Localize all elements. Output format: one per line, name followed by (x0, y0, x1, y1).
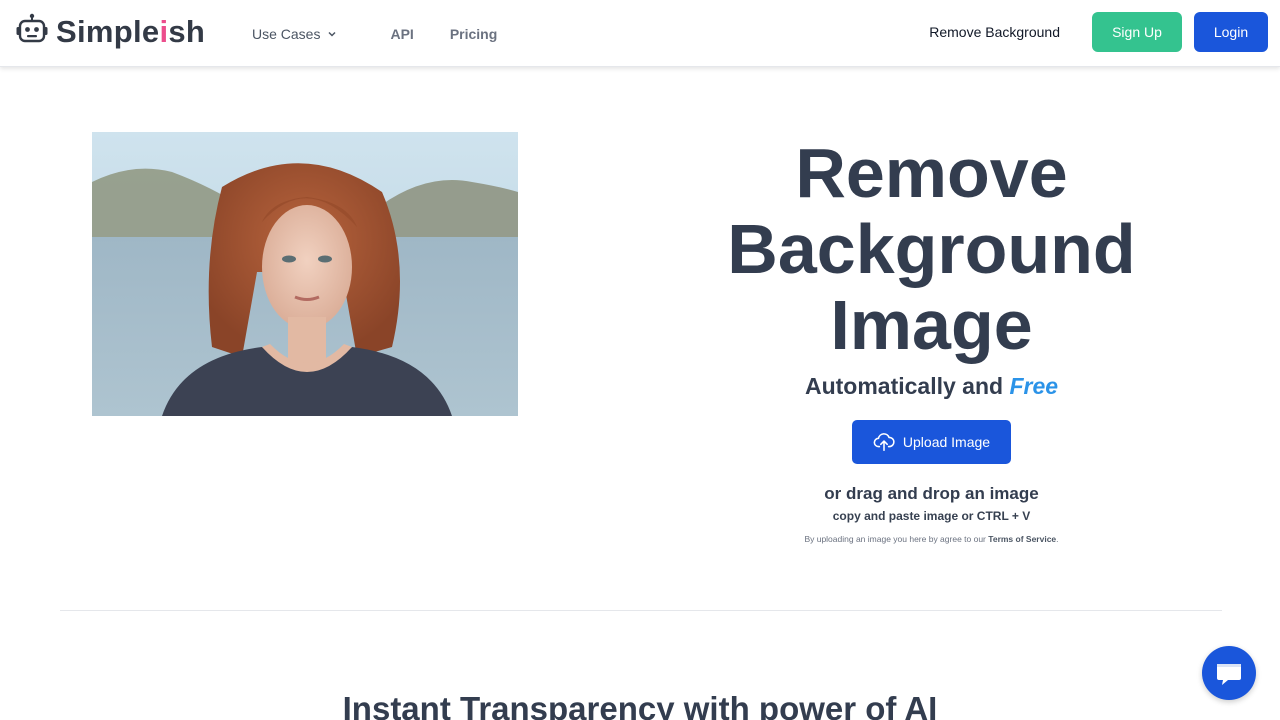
header-actions: Remove Background Sign Up Login (929, 12, 1268, 52)
paste-hint-text: copy and paste image or CTRL + V (832, 509, 1031, 523)
chat-widget-button[interactable] (1202, 646, 1256, 700)
section-title: Instant Transparency with power of AI (342, 690, 938, 720)
upload-image-label: Upload Image (902, 434, 991, 450)
terms-suffix: . (1056, 534, 1059, 544)
upload-image-button[interactable]: Upload Image (852, 420, 1011, 464)
nav-use-cases-label: Use Cases (252, 25, 321, 42)
sign-up-button[interactable]: Sign Up (1092, 12, 1182, 52)
hero-subtitle-free: Free (1009, 373, 1059, 399)
hero-title-line1: Remove (795, 134, 1068, 212)
top-navbar: Simpleish Use Cases API Pricing Remove B… (0, 0, 1280, 67)
terms-of-service-link[interactable]: Terms of Service (988, 534, 1056, 544)
section-divider (60, 610, 1222, 611)
hero-content: Remove Background Image Automatically an… (660, 135, 1203, 544)
terms-notice: By uploading an image you here by agree … (660, 534, 1203, 544)
cloud-upload-icon (873, 433, 895, 452)
drag-drop-text: or drag and drop an image (824, 484, 1039, 503)
hero-sample-image (92, 132, 518, 416)
nav-pricing[interactable]: Pricing (450, 26, 497, 42)
main-nav: Use Cases API Pricing (252, 0, 497, 67)
hero-subtitle: Automatically and Free (660, 373, 1203, 400)
logo-text: Simpleish (56, 14, 206, 49)
login-button[interactable]: Login (1194, 12, 1268, 52)
hero-subtitle-prefix: Automatically and (804, 373, 1004, 399)
terms-prefix: By uploading an image you here by agree … (804, 534, 986, 544)
hero-title-line3: Image (830, 286, 1033, 364)
hero-title-line2: Background (727, 210, 1136, 288)
robot-icon (15, 13, 49, 52)
remove-background-link[interactable]: Remove Background (929, 24, 1060, 40)
chat-icon (1217, 664, 1241, 685)
logo-link[interactable]: Simpleish (15, 13, 206, 52)
hero-title: Remove Background Image (660, 135, 1203, 363)
nav-use-cases[interactable]: Use Cases (252, 26, 337, 42)
chevron-down-icon (328, 31, 336, 37)
nav-api[interactable]: API (390, 26, 413, 42)
